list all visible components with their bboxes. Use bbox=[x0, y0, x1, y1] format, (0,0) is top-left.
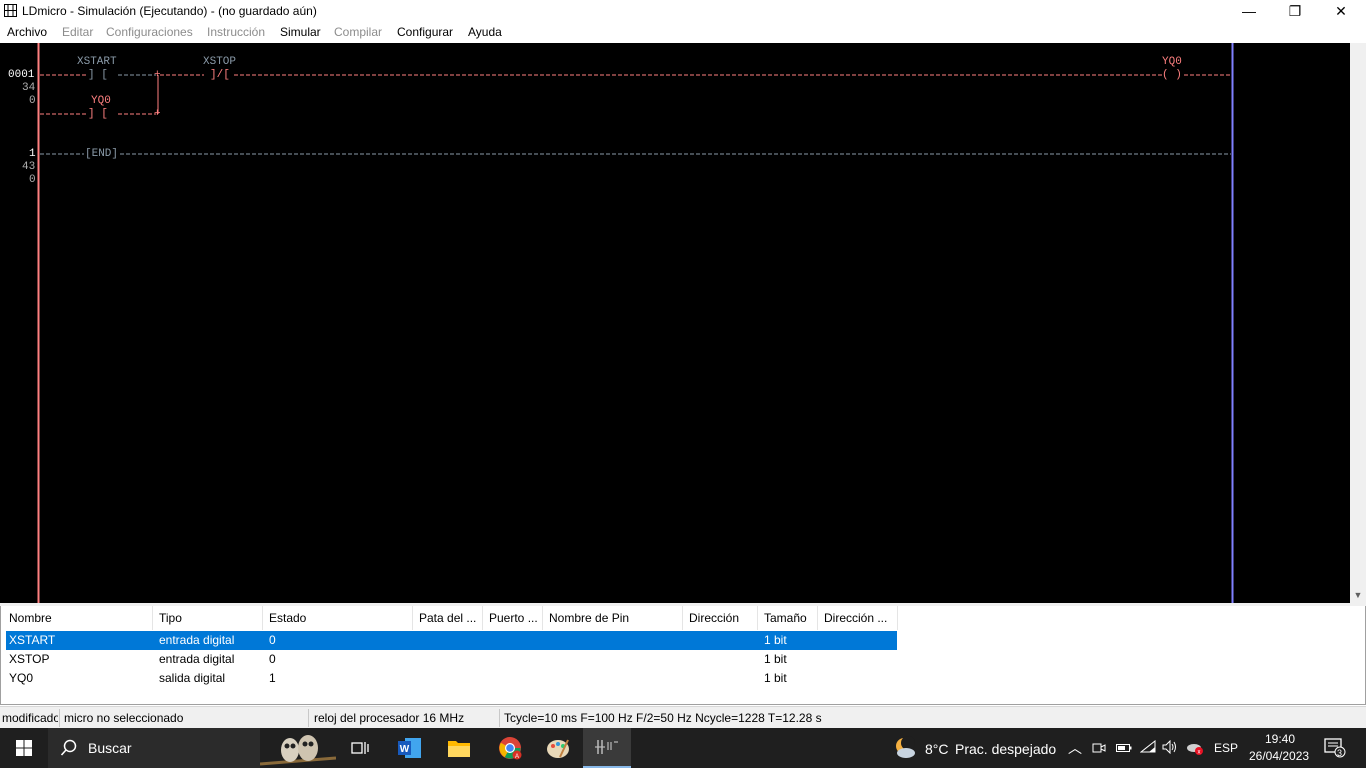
status-divider bbox=[59, 709, 60, 727]
cell-size: 1 bit bbox=[764, 652, 787, 666]
menu-configuraciones[interactable]: Configuraciones bbox=[106, 25, 193, 39]
maximize-button[interactable]: ❐ bbox=[1272, 0, 1318, 22]
owl-decoration-icon bbox=[260, 735, 336, 766]
weather-moon-icon bbox=[896, 736, 915, 758]
menu-bar: Archivo Editar Configuraciones Instrucci… bbox=[0, 22, 1366, 42]
rung1-number: 0001 bbox=[8, 69, 35, 81]
word-app-icon[interactable]: W bbox=[386, 728, 434, 768]
rung2-info2: 0 bbox=[29, 174, 36, 186]
contact-xstart[interactable]: ] [ bbox=[88, 70, 108, 81]
chrome-app-icon[interactable]: A bbox=[486, 728, 534, 768]
rung1-junction: + bbox=[154, 69, 161, 81]
clock-time[interactable]: 19:40 bbox=[1265, 732, 1295, 746]
notification-center-icon[interactable] bbox=[1324, 738, 1346, 758]
rung2-info1: 43 bbox=[22, 161, 36, 173]
weather-description[interactable]: Prac. despejado bbox=[955, 741, 1056, 757]
cell-size: 1 bit bbox=[764, 671, 787, 685]
ldmicro-taskbar-icon[interactable] bbox=[583, 728, 631, 768]
contact-xstop[interactable]: ]/[ bbox=[210, 70, 230, 81]
col-header-nombre[interactable]: Nombre bbox=[3, 606, 153, 630]
clock-date[interactable]: 26/04/2023 bbox=[1249, 749, 1309, 763]
table-row[interactable]: XSTART entrada digital 0 1 bit bbox=[6, 631, 897, 650]
status-bar: modificado micro no seleccionado reloj d… bbox=[0, 706, 1366, 729]
table-row[interactable]: XSTOP entrada digital 0 1 bit bbox=[6, 650, 897, 669]
status-micro: micro no seleccionado bbox=[64, 711, 184, 725]
status-divider bbox=[308, 709, 309, 727]
file-explorer-icon[interactable] bbox=[435, 728, 483, 768]
status-clock: reloj del procesador 16 MHz bbox=[314, 711, 465, 725]
windows-start-icon[interactable] bbox=[0, 728, 48, 768]
task-view-icon[interactable] bbox=[336, 728, 384, 768]
coil-yq0-name: YQ0 bbox=[1162, 56, 1182, 68]
menu-archivo[interactable]: Archivo bbox=[7, 25, 47, 39]
title-bar: LDmicro - Simulación (Ejecutando) - (no … bbox=[0, 0, 1366, 22]
col-header-puerto[interactable]: Puerto ... bbox=[483, 606, 543, 630]
ladder-wiring bbox=[37, 43, 1234, 603]
battery-icon[interactable] bbox=[1116, 742, 1132, 754]
col-header-pata[interactable]: Pata del ... bbox=[413, 606, 483, 630]
cell-state: 0 bbox=[269, 652, 276, 666]
cell-state: 0 bbox=[269, 633, 276, 647]
io-list-table[interactable]: Nombre Tipo Estado Pata del ... Puerto .… bbox=[0, 606, 1366, 705]
status-cycle: Tcycle=10 ms F=100 Hz F/2=50 Hz Ncycle=1… bbox=[504, 711, 822, 725]
cell-type: entrada digital bbox=[159, 652, 235, 666]
wifi-icon[interactable] bbox=[1140, 740, 1156, 754]
col-header-direccion[interactable]: Dirección bbox=[683, 606, 758, 630]
svg-text:W: W bbox=[400, 744, 410, 755]
col-header-estado[interactable]: Estado bbox=[263, 606, 413, 630]
cell-type: salida digital bbox=[159, 671, 226, 685]
col-header-direccion-2[interactable]: Dirección ... bbox=[818, 606, 898, 630]
status-divider bbox=[499, 709, 500, 727]
menu-editar[interactable]: Editar bbox=[62, 25, 93, 39]
paint-app-icon[interactable] bbox=[534, 728, 582, 768]
contact-yq0[interactable]: ] [ bbox=[88, 109, 108, 120]
cell-size: 1 bit bbox=[764, 633, 787, 647]
windows-taskbar: Buscar W A 8°C Prac. despejado ︿ x ESP 1… bbox=[0, 728, 1366, 768]
contact-yq0-name: YQ0 bbox=[91, 95, 111, 107]
parallel-junction: + bbox=[154, 108, 161, 120]
show-hidden-icons-chevron-icon[interactable]: ︿ bbox=[1068, 738, 1082, 758]
status-modified: modificado bbox=[2, 711, 58, 725]
close-button[interactable]: ✕ bbox=[1318, 0, 1364, 22]
meet-now-icon[interactable] bbox=[1092, 741, 1106, 755]
svg-text:x: x bbox=[1198, 750, 1201, 756]
col-header-tipo[interactable]: Tipo bbox=[153, 606, 263, 630]
ladder-vertical-scrollbar[interactable] bbox=[1350, 43, 1366, 603]
menu-configurar[interactable]: Configurar bbox=[397, 25, 453, 39]
rung2-number: 1 bbox=[29, 148, 36, 160]
table-row[interactable]: YQ0 salida digital 1 1 bit bbox=[6, 669, 897, 688]
notification-count-badge: 3 bbox=[1337, 748, 1343, 758]
scroll-down-arrow-icon[interactable]: ▼ bbox=[1350, 588, 1366, 603]
cell-state: 1 bbox=[269, 671, 276, 685]
cell-name: XSTOP bbox=[9, 652, 50, 666]
taskbar-search-box[interactable]: Buscar bbox=[48, 728, 336, 768]
window-title: LDmicro - Simulación (Ejecutando) - (no … bbox=[22, 4, 317, 18]
col-header-tamano[interactable]: Tamaño bbox=[758, 606, 818, 630]
ladder-diagram[interactable]: 0001 34 0 XSTART ] [ + + XSTOP ]/[ YQ0 ]… bbox=[0, 43, 1350, 603]
menu-simular[interactable]: Simular bbox=[280, 25, 321, 39]
col-header-nombre-pin[interactable]: Nombre de Pin bbox=[543, 606, 683, 630]
menu-instruccion[interactable]: Instrucción bbox=[207, 25, 265, 39]
coil-yq0[interactable]: ( ) bbox=[1162, 70, 1182, 81]
ldmicro-app-icon bbox=[4, 4, 17, 17]
weather-temperature[interactable]: 8°C bbox=[925, 741, 949, 757]
menu-ayuda[interactable]: Ayuda bbox=[468, 25, 502, 39]
onedrive-error-icon[interactable]: x bbox=[1186, 740, 1204, 756]
search-placeholder: Buscar bbox=[88, 740, 132, 756]
contact-xstart-name: XSTART bbox=[77, 56, 117, 68]
minimize-button[interactable]: — bbox=[1226, 0, 1272, 22]
volume-icon[interactable] bbox=[1162, 740, 1178, 754]
rung1-info1: 34 bbox=[22, 82, 36, 94]
input-language[interactable]: ESP bbox=[1214, 741, 1238, 755]
rung1-info2: 0 bbox=[29, 95, 36, 107]
svg-text:A: A bbox=[515, 754, 519, 760]
cell-name: XSTART bbox=[9, 633, 56, 647]
cell-name: YQ0 bbox=[9, 671, 34, 685]
end-instruction[interactable]: [END] bbox=[85, 149, 118, 160]
contact-xstop-name: XSTOP bbox=[203, 56, 237, 68]
search-icon bbox=[60, 739, 77, 756]
cell-type: entrada digital bbox=[159, 633, 235, 647]
menu-compilar[interactable]: Compilar bbox=[334, 25, 382, 39]
